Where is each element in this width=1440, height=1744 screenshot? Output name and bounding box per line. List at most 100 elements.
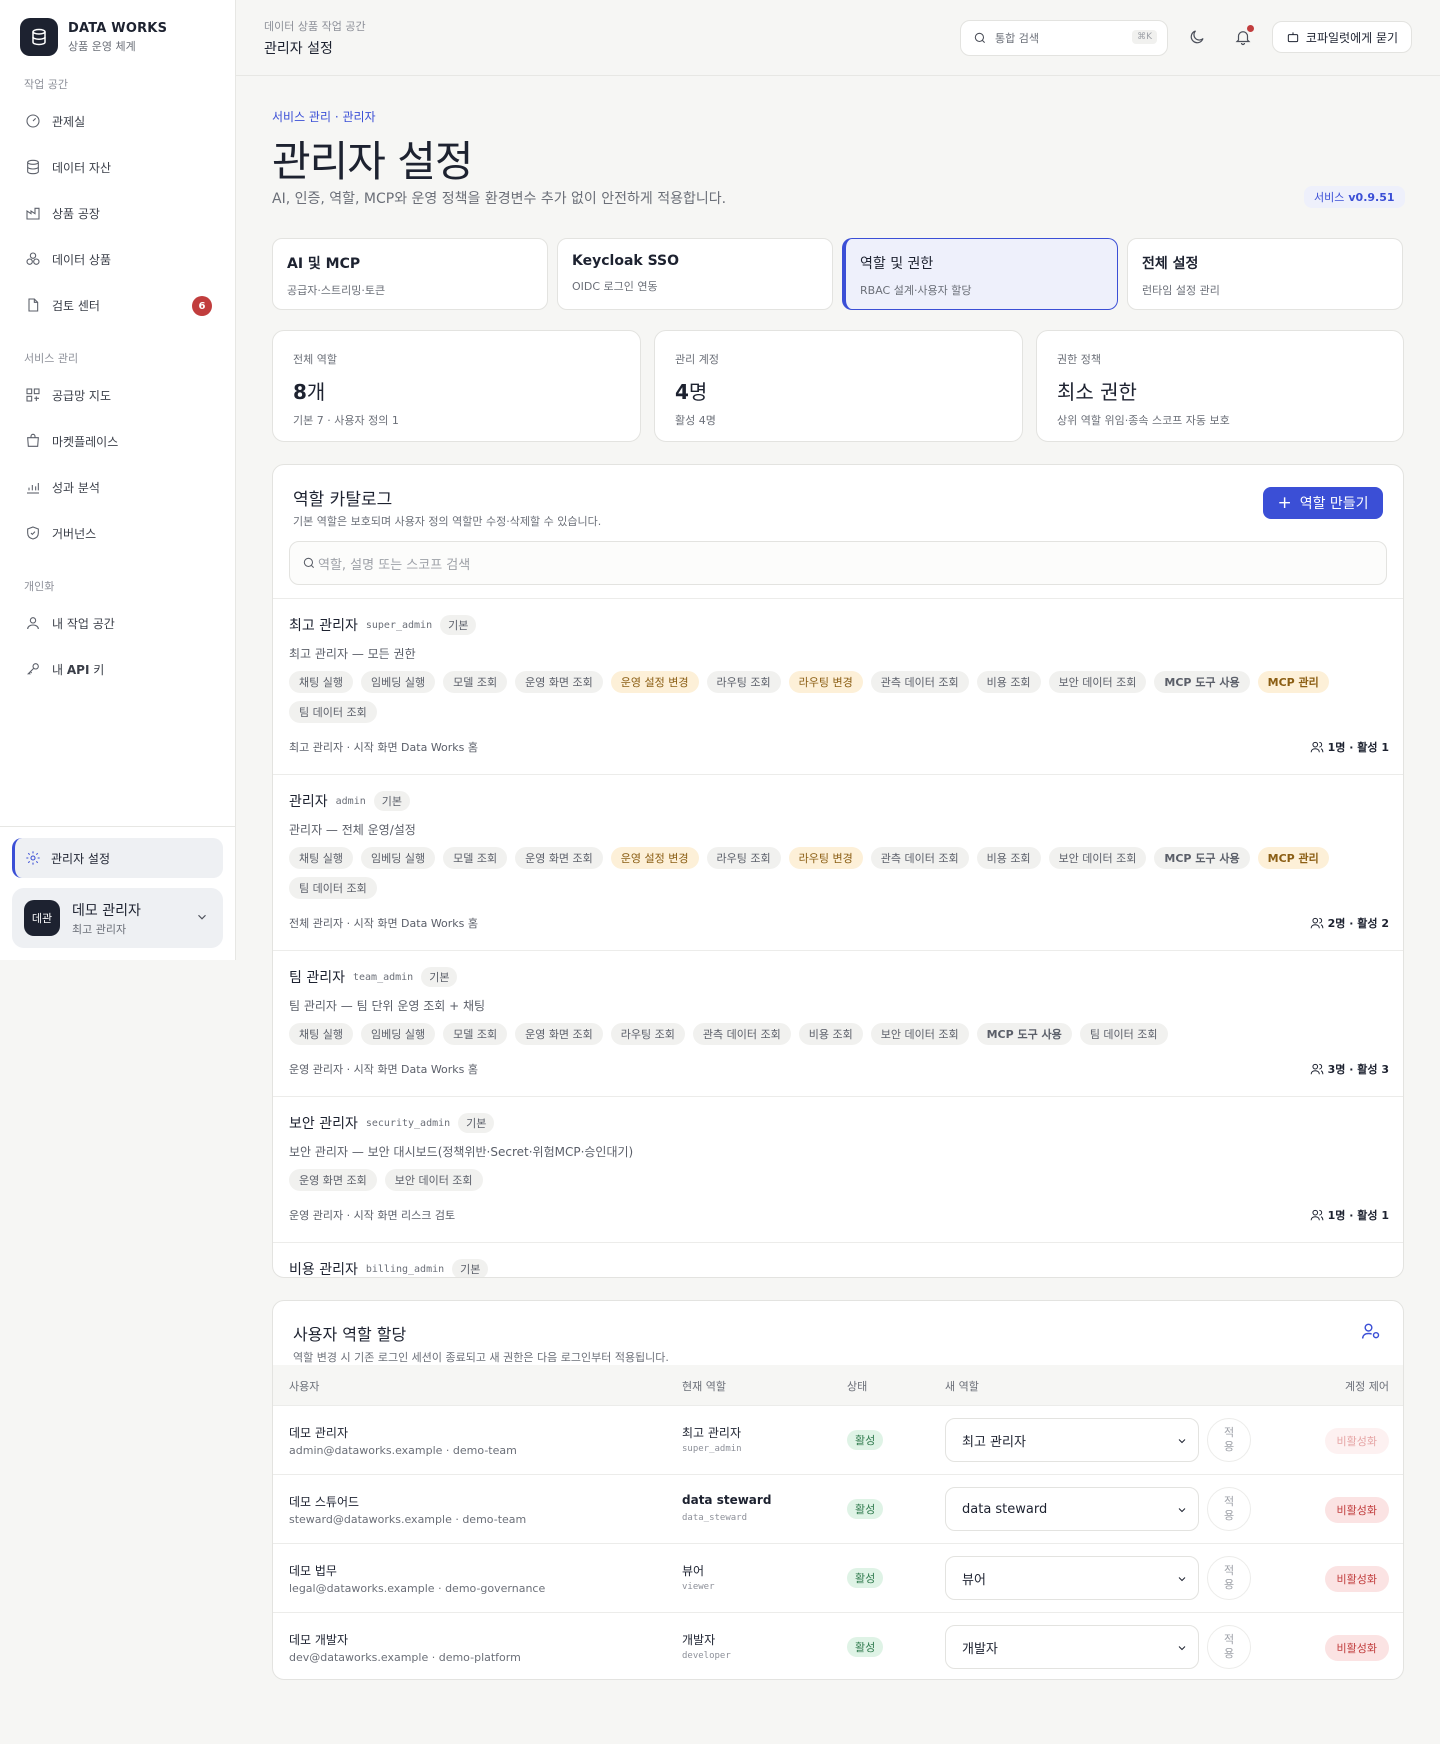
nav-section-workspace: 작업 공간 bbox=[24, 78, 68, 91]
member-count-text: 1명 · 활성 1 bbox=[1327, 741, 1389, 754]
users-icon bbox=[1310, 1209, 1323, 1221]
sidebar-item-supply-map[interactable]: 공급망 지도 bbox=[12, 376, 224, 414]
column-header-new-role: 새 역할 bbox=[945, 1380, 979, 1393]
deactivate-button[interactable]: 비활성화 bbox=[1324, 1428, 1389, 1454]
tab-subtitle: RBAC 설계·사용자 할당 bbox=[860, 284, 972, 297]
tab-keycloak-sso[interactable]: Keycloak SSO OIDC 로그인 연동 bbox=[557, 238, 833, 310]
plus-icon: + bbox=[1277, 492, 1292, 513]
new-role-select[interactable]: 최고 관리자 bbox=[945, 1418, 1199, 1462]
role-search-input[interactable]: 역할, 설명 또는 스코프 검색 bbox=[289, 541, 1387, 585]
search-icon bbox=[974, 32, 986, 44]
notifications-button[interactable] bbox=[1232, 25, 1254, 48]
new-role-select[interactable]: data steward bbox=[945, 1487, 1199, 1531]
apply-button[interactable]: 적용 bbox=[1207, 1556, 1251, 1600]
tab-ai-mcp[interactable]: AI 및 MCP 공급자·스트리밍·토큰 bbox=[272, 238, 548, 310]
scope-chip: 보안 데이터 조회 bbox=[870, 1023, 969, 1045]
role-code: billing_admin bbox=[365, 1263, 445, 1275]
apply-button[interactable]: 적용 bbox=[1207, 1418, 1251, 1462]
page-title: 관리자 설정 bbox=[272, 137, 474, 186]
scope-chip: MCP 도구 사용 bbox=[976, 1023, 1072, 1045]
scope-chip: 관측 데이터 조회 bbox=[692, 1023, 791, 1045]
brand-subtitle: 상품 운영 체계 bbox=[68, 39, 136, 53]
deactivate-button[interactable]: 비활성화 bbox=[1324, 1566, 1389, 1592]
scope-chip: 관측 데이터 조회 bbox=[870, 671, 969, 693]
tab-all-settings[interactable]: 전체 설정 런타임 설정 관리 bbox=[1127, 238, 1403, 310]
sidebar-item-label: 마켓플레이스 bbox=[52, 434, 119, 449]
breadcrumb[interactable]: 데이터 상품 작업 공간 bbox=[264, 18, 366, 34]
user-settings-icon[interactable] bbox=[1361, 1321, 1383, 1343]
scope-chip: 라우팅 변경 bbox=[788, 671, 863, 693]
user-name: 데모 관리자 bbox=[289, 1426, 349, 1440]
nav-section-personal: 개인화 bbox=[24, 580, 55, 593]
member-count: 3명 · 활성 3 bbox=[1310, 1061, 1389, 1077]
scope-chips: 운영 화면 조회 보안 데이터 조회 bbox=[289, 1169, 1389, 1191]
sidebar-item-data-products[interactable]: 데이터 상품 bbox=[12, 240, 224, 278]
stat-sub: 기본 7 · 사용자 정의 1 bbox=[293, 414, 399, 427]
notification-dot bbox=[1247, 25, 1254, 32]
sidebar-item-label: 공급망 지도 bbox=[52, 388, 112, 403]
current-role-code: developer bbox=[682, 1651, 731, 1661]
sidebar-item-marketplace[interactable]: 마켓플레이스 bbox=[12, 422, 224, 460]
deactivate-button[interactable]: 비활성화 bbox=[1324, 1635, 1389, 1661]
apply-button[interactable]: 적용 bbox=[1207, 1625, 1251, 1669]
shield-icon bbox=[24, 524, 42, 542]
role-card-admin[interactable]: 관리자 admin 기본 관리자 — 전체 운영/설정 채팅 실행 임베딩 실행 모델 … bbox=[273, 774, 1403, 950]
scope-chip: 임베딩 실행 bbox=[360, 847, 436, 869]
role-card-team-admin[interactable]: 팀 관리자 team_admin 기본 팀 관리자 — 팀 단위 운영 조회 + 채… bbox=[273, 950, 1403, 1096]
sidebar-item-product-factory[interactable]: 상품 공장 bbox=[12, 194, 224, 232]
theme-toggle-button[interactable] bbox=[1186, 26, 1208, 48]
label-bold: API bbox=[66, 662, 90, 677]
sidebar-item-control-room[interactable]: 관제실 bbox=[12, 102, 224, 140]
sidebar-item-review-center[interactable]: 검토 센터 6 bbox=[12, 286, 224, 324]
scope-chip: 비용 조회 bbox=[976, 847, 1041, 869]
sidebar-item-analytics[interactable]: 성과 분석 bbox=[12, 468, 224, 506]
scope-chip: 라우팅 조회 bbox=[706, 671, 781, 693]
page-breadcrumb[interactable]: 서비스 관리 · 관리자 bbox=[272, 108, 376, 125]
tab-title: 전체 설정 bbox=[1142, 256, 1199, 272]
role-code: security_admin bbox=[365, 1117, 451, 1129]
new-role-select[interactable]: 뷰어 bbox=[945, 1556, 1199, 1600]
chevron-down-icon bbox=[1178, 1508, 1186, 1513]
tab-roles-permissions[interactable]: 역할 및 권한 RBAC 설계·사용자 할당 bbox=[842, 238, 1118, 310]
ask-copilot-button[interactable]: 코파일럿에게 묻기 bbox=[1272, 21, 1412, 53]
global-search-input[interactable]: 통합 검색 ⌘K bbox=[960, 20, 1168, 56]
sidebar-item-label: 상품 공장 bbox=[52, 206, 100, 221]
sidebar-item-data-assets[interactable]: 데이터 자산 bbox=[12, 148, 224, 186]
role-footer: 운영 관리자 · 시작 화면 리스크 검토 bbox=[289, 1209, 456, 1222]
scope-chip: 채팅 실행 bbox=[289, 1023, 353, 1045]
current-role: 개발자 bbox=[682, 1633, 716, 1647]
search-icon bbox=[303, 557, 315, 569]
sidebar-item-my-workspace[interactable]: 내 작업 공간 bbox=[12, 604, 224, 642]
tab-subtitle: OIDC 로그인 연동 bbox=[572, 280, 658, 293]
sidebar-item-admin-settings[interactable]: 관리자 설정 bbox=[12, 838, 223, 878]
scope-chip: MCP 관리 bbox=[1257, 671, 1329, 693]
role-card-billing-admin[interactable]: 비용 관리자 billing_admin 기본 bbox=[273, 1242, 1403, 1277]
brand[interactable]: DATA WORKS 상품 운영 체계 bbox=[20, 18, 167, 56]
avatar: 데관 bbox=[24, 900, 60, 936]
scope-chip: 운영 화면 조회 bbox=[515, 847, 603, 869]
column-header-current-role: 현재 역할 bbox=[682, 1380, 726, 1393]
current-role: data steward bbox=[682, 1493, 772, 1507]
catalog-title: 역할 카탈로그 bbox=[293, 490, 393, 510]
sidebar-item-governance[interactable]: 거버넌스 bbox=[12, 514, 224, 552]
sidebar-item-label: 데이터 상품 bbox=[52, 252, 112, 267]
create-role-button[interactable]: + 역할 만들기 bbox=[1263, 487, 1383, 519]
scope-chip: 라우팅 변경 bbox=[788, 847, 863, 869]
role-name: 최고 관리자 bbox=[289, 618, 358, 634]
role-card-security-admin[interactable]: 보안 관리자 security_admin 기본 보안 관리자 — 보안 대시보드(… bbox=[273, 1096, 1403, 1242]
user-menu[interactable]: 데관 데모 관리자 최고 관리자 bbox=[12, 888, 223, 948]
moon-icon bbox=[1190, 30, 1204, 44]
member-count-text: 3명 · 활성 3 bbox=[1327, 1063, 1389, 1076]
role-card-super-admin[interactable]: 최고 관리자 super_admin 기본 최고 관리자 — 모든 권한 채팅 실행… bbox=[273, 598, 1403, 774]
nav-section-service: 서비스 관리 bbox=[24, 352, 79, 365]
stat-label: 권한 정책 bbox=[1057, 353, 1101, 366]
column-header-status: 상태 bbox=[847, 1380, 868, 1393]
sidebar-item-my-api-keys[interactable]: 내 API 키 bbox=[12, 650, 224, 688]
scope-chips: 채팅 실행 임베딩 실행 모델 조회 운영 화면 조회 운영 설정 변경 라우팅 조회 라우… bbox=[289, 847, 1389, 899]
bot-icon bbox=[1287, 32, 1299, 43]
stat-value: 4명 bbox=[675, 376, 1002, 405]
apply-button[interactable]: 적용 bbox=[1207, 1487, 1251, 1531]
settings-tabs: AI 및 MCP 공급자·스트리밍·토큰 Keycloak SSO OIDC 로… bbox=[272, 238, 1404, 310]
deactivate-button[interactable]: 비활성화 bbox=[1324, 1497, 1389, 1523]
new-role-select[interactable]: 개발자 bbox=[945, 1625, 1199, 1669]
